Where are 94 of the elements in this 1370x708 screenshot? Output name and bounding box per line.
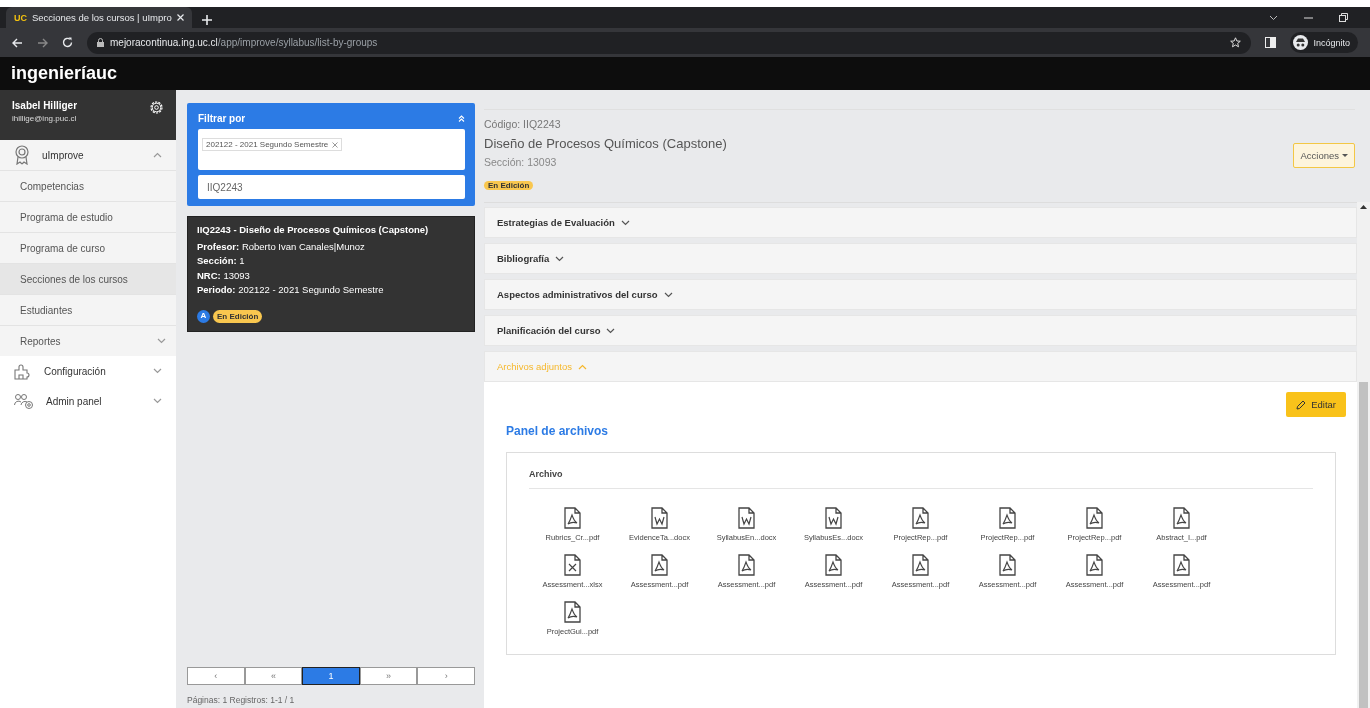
pdf-file-icon: [1085, 507, 1104, 529]
scroll-thumb[interactable]: [1359, 382, 1368, 708]
course-code: Código: IIQ2243: [484, 118, 562, 130]
course-title: Diseño de Procesos Químicos (Capstone): [484, 136, 727, 151]
course-detail: Profesor: Roberto Ivan Canales|Munoz: [197, 239, 366, 254]
pencil-icon: [1296, 399, 1307, 410]
page-button[interactable]: «: [244, 667, 303, 685]
word-file-icon: [824, 507, 843, 529]
sidebar-item[interactable]: Programa de curso: [0, 232, 176, 263]
course-title: IIQ2243 - Diseño de Procesos Químicos (Capstone): [197, 223, 430, 237]
status-badge: En Edición: [213, 309, 263, 323]
reload-icon[interactable]: [62, 37, 73, 48]
pdf-file-icon: [824, 554, 843, 576]
side-panel-icon[interactable]: [1265, 37, 1277, 48]
chevron-icon: [606, 327, 616, 334]
course-detail: Sección: 1: [197, 254, 246, 268]
pdf-file-icon: [1085, 554, 1104, 576]
pdf-file-icon: [1172, 507, 1191, 529]
sidebar-item[interactable]: Competencias: [0, 170, 176, 201]
actions-button[interactable]: Acciones: [1293, 142, 1355, 168]
course-detail: Periodo: 202122 - 2021 Segundo Semestre: [197, 283, 385, 297]
people-gear-icon: [14, 392, 34, 410]
back-icon[interactable]: [12, 37, 23, 48]
pdf-file-icon: [737, 554, 756, 576]
caret-icon: [153, 398, 162, 404]
settings-icon[interactable]: [149, 100, 164, 115]
star-icon[interactable]: [1230, 37, 1242, 48]
avatar: A: [197, 309, 210, 323]
page-button[interactable]: »: [359, 667, 418, 685]
search-field[interactable]: IIQ2243: [198, 175, 465, 199]
page-button[interactable]: 1: [302, 667, 360, 685]
site-logo: UC: [14, 12, 27, 23]
page-summary: Páginas: 1 Registros: 1-1 / 1: [187, 695, 296, 705]
brand-logo[interactable]: ingenieríauc: [11, 63, 118, 84]
minimize-icon[interactable]: [1304, 16, 1313, 19]
scrollbar[interactable]: [1357, 202, 1370, 708]
accordion-header[interactable]: Planificación del curso: [484, 315, 1357, 346]
pdf-file-icon: [1172, 554, 1191, 576]
edit-button[interactable]: Editar: [1286, 392, 1346, 417]
sidebar-item[interactable]: Reportes: [0, 325, 176, 356]
puzzle-icon: [14, 362, 32, 380]
url-text: mejoracontinua.ing.uc.cl/app/improve/syllabus/list-by-groups: [110, 37, 378, 48]
lock-icon: [97, 38, 104, 47]
chevron-icon: [663, 291, 673, 298]
user-email: ihillige@ing.puc.cl: [12, 114, 78, 123]
forward-icon[interactable]: [37, 37, 48, 48]
course-detail: NRC: 13093: [197, 268, 251, 283]
accordion-header[interactable]: Estrategias de Evaluación: [484, 207, 1357, 238]
course-section: Sección: 13093: [484, 156, 727, 168]
word-file-icon: [650, 507, 669, 529]
status-badge: En Edición: [484, 181, 534, 190]
page-button[interactable]: ‹: [187, 667, 245, 685]
new-tab-icon[interactable]: [201, 15, 212, 25]
browser-tab[interactable]: UC Secciones de los cursos | uImpro: [6, 7, 192, 28]
incognito-icon: [1293, 35, 1309, 50]
award-icon: [14, 145, 30, 165]
pdf-file-icon: [911, 554, 930, 576]
sidebar-group[interactable]: uImprove: [0, 140, 176, 170]
pdf-file-icon: [650, 554, 669, 576]
restore-icon[interactable]: [1339, 13, 1348, 22]
caret-icon: [157, 338, 166, 344]
collapse-icon[interactable]: [458, 115, 465, 122]
accordion-header[interactable]: Aspectos administrativos del curso: [484, 279, 1357, 310]
sidebar-item[interactable]: Estudiantes: [0, 294, 176, 325]
user-name: Isabel Hilliger: [12, 100, 78, 111]
remove-icon[interactable]: [332, 141, 339, 148]
caret-icon: [153, 368, 162, 374]
address-bar[interactable]: mejoracontinua.ing.uc.cl/app/improve/syllabus/list-by-groups: [87, 31, 1252, 54]
excel-file-icon: [563, 554, 582, 576]
caret-icon: [153, 152, 162, 158]
pdf-file-icon: [563, 601, 582, 623]
incognito-button[interactable]: Incógnito: [1290, 32, 1358, 53]
pdf-file-icon: [563, 507, 582, 529]
pdf-file-icon: [911, 507, 930, 529]
pdf-file-icon: [998, 554, 1017, 576]
column-header: Archivo: [529, 469, 1313, 489]
tab-title: Secciones de los cursos | uImpro: [32, 12, 172, 23]
chevron-down-icon[interactable]: [1269, 14, 1278, 21]
pdf-file-icon: [998, 507, 1017, 529]
tag-field[interactable]: 202122 - 2021 Segundo Semestre: [198, 129, 465, 170]
chevron-icon: [620, 219, 630, 226]
scroll-up-icon[interactable]: [1360, 205, 1367, 209]
sidebar-item[interactable]: Programa de estudio: [0, 201, 176, 232]
chevron-icon: [578, 363, 587, 370]
chevron-icon: [555, 255, 565, 262]
panel-title: Panel de archivos: [506, 424, 610, 438]
filter-tag: 202122 - 2021 Segundo Semestre: [202, 138, 343, 151]
page-button[interactable]: ›: [417, 667, 475, 685]
word-file-icon: [737, 507, 756, 529]
sidebar-item[interactable]: Secciones de los cursos: [0, 263, 176, 294]
filter-title: Filtrar por: [198, 113, 246, 124]
accordion-header[interactable]: Bibliografía: [484, 243, 1357, 274]
close-icon[interactable]: [176, 14, 184, 21]
course-card[interactable]: IIQ2243 - Diseño de Procesos Químicos (Capstone) Profesor: Roberto Ivan Canales|Munoz Sección: 1 NRC: 13093 Periodo: 202122 - 2021 Segundo Semestre A En Edición: [187, 216, 475, 332]
